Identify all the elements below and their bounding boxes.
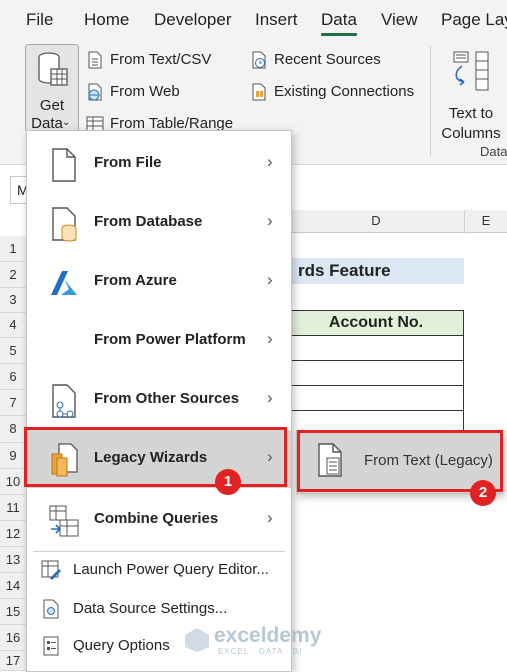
- row-header[interactable]: 12: [0, 521, 27, 547]
- chevron-down-icon: ⌄: [62, 117, 71, 128]
- row-header[interactable]: 1: [0, 236, 27, 262]
- tab-page-layout[interactable]: Page Lay: [441, 10, 507, 30]
- menu-separator: [33, 551, 285, 552]
- combine-queries-icon: [49, 505, 79, 537]
- text-to-columns-label: Text to Columns: [438, 104, 504, 144]
- row-header[interactable]: 2: [0, 262, 27, 288]
- sheet-title-cell[interactable]: rds Feature: [288, 258, 464, 284]
- table-cell[interactable]: [288, 360, 464, 387]
- menu-item-label: Combine Queries: [94, 510, 219, 527]
- menu-item-label: From Azure: [94, 272, 177, 289]
- row-header[interactable]: 13: [0, 547, 27, 573]
- data-tools-group-label: Data: [480, 144, 507, 159]
- row-header[interactable]: 10: [0, 469, 27, 495]
- highlight-box-legacy-wizards: [24, 427, 287, 487]
- from-web-label: From Web: [110, 83, 180, 100]
- azure-icon: [51, 271, 77, 295]
- row-header[interactable]: 16: [0, 625, 27, 651]
- chevron-right-icon: ›: [267, 329, 273, 348]
- row-header[interactable]: 7: [0, 390, 27, 416]
- menu-item-label: Data Source Settings...: [73, 600, 228, 617]
- menu-item-launch-power-query-editor[interactable]: Launch Power Query Editor...: [27, 553, 291, 587]
- menu-item-from-other-sources[interactable]: From Other Sources ›: [27, 371, 291, 429]
- chevron-right-icon: ›: [267, 270, 273, 289]
- row-header[interactable]: 3: [0, 288, 27, 313]
- exceldemy-logo-icon: [185, 628, 209, 652]
- text-to-columns-icon: [453, 51, 489, 91]
- column-header-e[interactable]: E: [465, 210, 507, 233]
- table-cell[interactable]: [288, 385, 464, 412]
- tab-home[interactable]: Home: [84, 10, 129, 30]
- existing-connections-label: Existing Connections: [274, 83, 415, 100]
- menu-item-label: Query Options: [73, 637, 170, 654]
- chevron-right-icon: ›: [267, 508, 273, 527]
- account-no-header-cell[interactable]: Account No.: [288, 310, 464, 336]
- row-header[interactable]: 11: [0, 495, 27, 521]
- row-header[interactable]: 14: [0, 573, 27, 599]
- menu-item-from-azure[interactable]: From Azure ›: [27, 253, 291, 311]
- existing-connections-icon: [252, 83, 266, 101]
- column-header-d[interactable]: D: [288, 210, 465, 233]
- other-sources-icon: [52, 384, 76, 418]
- from-text-csv-label: From Text/CSV: [110, 51, 212, 68]
- row-header[interactable]: 5: [0, 338, 27, 364]
- chevron-right-icon: ›: [267, 388, 273, 407]
- chevron-right-icon: ›: [267, 211, 273, 230]
- tab-developer[interactable]: Developer: [154, 10, 232, 30]
- menu-item-label: From Other Sources: [94, 390, 240, 407]
- row-header[interactable]: 8: [0, 416, 27, 443]
- step-badge-2: 2: [470, 480, 496, 506]
- power-query-editor-icon: [41, 560, 61, 580]
- menu-item-data-source-settings[interactable]: Data Source Settings...: [27, 592, 291, 626]
- exceldemy-watermark: exceldemy EXCEL · DATA · BI: [180, 624, 330, 658]
- table-cell[interactable]: [288, 410, 464, 431]
- menu-item-label: From File: [94, 154, 162, 171]
- data-source-settings-icon: [43, 599, 59, 619]
- step-badge-1: 1: [215, 469, 241, 495]
- group-separator: [430, 46, 431, 156]
- file-icon: [52, 148, 76, 182]
- web-file-icon: [88, 83, 102, 101]
- recent-sources-icon: [252, 51, 266, 69]
- tab-insert[interactable]: Insert: [255, 10, 298, 30]
- tab-data[interactable]: Data: [321, 10, 357, 30]
- get-data-button[interactable]: Get Data ⌄: [25, 44, 79, 132]
- text-file-icon: [88, 51, 102, 69]
- get-data-menu: From File › From Database › From Azure ›…: [26, 130, 292, 672]
- menu-item-from-file[interactable]: From File ›: [27, 135, 291, 193]
- row-header[interactable]: 6: [0, 364, 27, 390]
- database-file-icon: [52, 207, 77, 242]
- get-data-label-1: Get: [39, 97, 65, 114]
- watermark-name: exceldemy: [214, 624, 322, 647]
- tab-file[interactable]: File: [26, 10, 53, 30]
- text-to-columns-label-1: Text to: [448, 105, 494, 122]
- menu-item-from-database[interactable]: From Database ›: [27, 194, 291, 252]
- row-header[interactable]: 9: [0, 443, 27, 469]
- text-to-columns-label-2: Columns: [441, 125, 501, 142]
- menu-item-from-power-platform[interactable]: From Power Platform ›: [27, 312, 291, 370]
- row-header[interactable]: 17: [0, 651, 27, 671]
- menu-item-label: Launch Power Query Editor...: [73, 561, 269, 578]
- row-header[interactable]: 4: [0, 313, 27, 338]
- table-cell[interactable]: [288, 335, 464, 362]
- active-tab-indicator: [321, 33, 357, 36]
- menu-item-label: From Database: [94, 213, 203, 230]
- tab-view[interactable]: View: [381, 10, 418, 30]
- watermark-tagline: EXCEL · DATA · BI: [218, 647, 303, 656]
- chevron-right-icon: ›: [267, 152, 273, 171]
- menu-item-combine-queries[interactable]: Combine Queries ›: [27, 491, 291, 549]
- row-header[interactable]: 15: [0, 599, 27, 625]
- ribbon-tabs: File Home Developer Insert Data View Pag…: [0, 0, 507, 38]
- database-table-icon: [38, 52, 68, 86]
- highlight-box-from-text-legacy: [297, 430, 503, 492]
- menu-item-label: From Power Platform: [94, 331, 246, 348]
- recent-sources-label: Recent Sources: [274, 51, 381, 68]
- query-options-icon: [43, 636, 59, 656]
